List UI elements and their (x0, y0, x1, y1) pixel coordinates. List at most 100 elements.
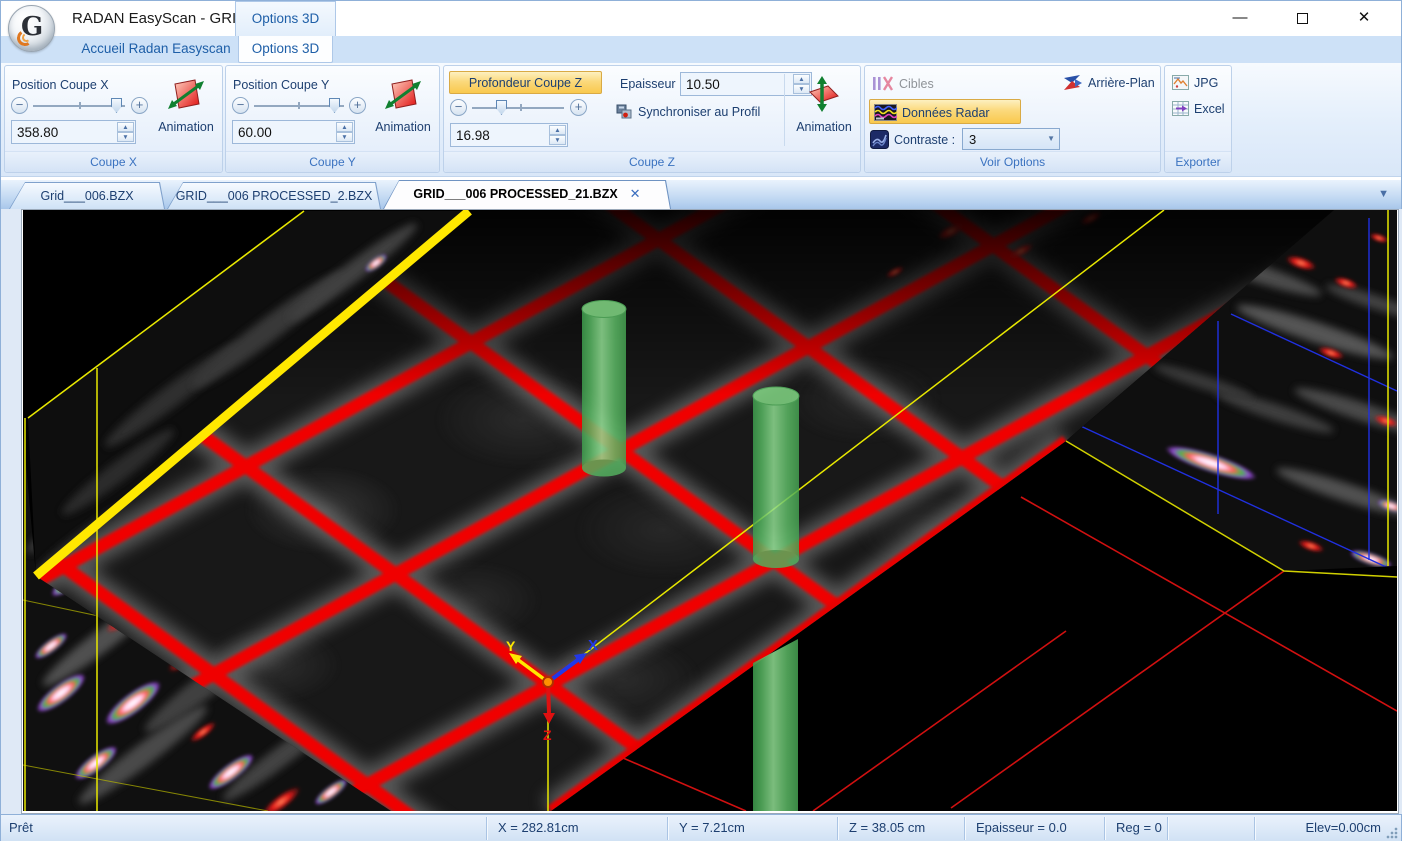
axis-z-label: Z (543, 727, 552, 743)
group-label-voir-options: Voir Options (865, 151, 1160, 172)
pile-cylinder-1[interactable] (582, 301, 626, 477)
divider (1254, 817, 1255, 840)
profondeur-coupe-z-toggle[interactable]: Profondeur Coupe Z (449, 71, 602, 94)
group-exporter: JPG Excel Exporter (1164, 65, 1232, 173)
divider (1104, 817, 1105, 840)
status-epaisseur: Epaisseur = 0.0 (976, 820, 1067, 835)
slider-x-minus-button[interactable]: − (11, 97, 28, 114)
divider (964, 817, 965, 840)
slider-z-tick (520, 104, 522, 111)
spin-down-button[interactable]: ▼ (336, 132, 353, 142)
status-y: Y = 7.21cm (679, 820, 745, 835)
spin-up-button[interactable]: ▲ (549, 125, 566, 135)
synchroniser-au-profil-button[interactable]: Synchroniser au Profil (616, 104, 760, 120)
slider-y-plus-button[interactable]: + (349, 97, 366, 114)
donnees-radar-toggle[interactable]: Données Radar (869, 99, 1021, 124)
spin-down-button[interactable]: ▼ (117, 132, 134, 142)
status-x: X = 282.81cm (498, 820, 579, 835)
contextual-tab-header[interactable]: Options 3D (235, 1, 336, 36)
animation-y-icon (384, 78, 422, 112)
divider (667, 817, 668, 840)
canvas-frame: Y X Z (21, 209, 1399, 814)
position-coupe-y-label: Position Coupe Y (233, 78, 329, 92)
ribbon: Position Coupe X − + 358.80 ▲ ▼ (1, 63, 1401, 177)
resize-grip[interactable] (1386, 827, 1398, 839)
document-tab-bar: Grid___006.BZX GRID___006 PROCESSED_2.BZ… (1, 178, 1401, 209)
coupe-z-spinner: ▲ ▼ (549, 125, 566, 145)
arriere-plan-button[interactable]: Arrière-Plan (1061, 74, 1155, 92)
contraste-item: Contraste : (870, 130, 955, 149)
animation-x-button[interactable]: Animation (151, 78, 221, 134)
epaisseur-label: Epaisseur (620, 77, 676, 91)
axis-x-label: X (588, 637, 598, 654)
pile-cylinder-3[interactable] (753, 639, 798, 811)
axis-y-label: Y (506, 638, 516, 654)
coupe-x-spinner: ▲ ▼ (117, 122, 134, 142)
animation-y-button[interactable]: Animation (368, 78, 438, 134)
maximize-button[interactable] (1271, 1, 1333, 36)
chevron-down-icon: ▼ (1047, 134, 1055, 143)
slider-y-thumb[interactable] (329, 98, 340, 113)
spin-up-button[interactable]: ▲ (336, 122, 353, 132)
coupe-y-value-field[interactable]: 60.00 ▲ ▼ (232, 120, 355, 144)
animation-x-icon (167, 78, 205, 112)
contraste-icon (870, 130, 889, 149)
divider (1167, 817, 1168, 840)
slider-z-plus-button[interactable]: + (570, 99, 587, 116)
ribbon-tab-strip: Accueil Radan Easyscan Options 3D (1, 36, 1401, 63)
animation-z-button[interactable]: Animation (789, 76, 859, 134)
slider-z-track[interactable] (472, 107, 564, 109)
divider (486, 817, 487, 840)
title-bar: G RADAN EasyScan - GRI... Options 3D — ✕ (1, 1, 1401, 36)
status-elev: Elev=0.00cm (1305, 820, 1381, 835)
cibles-icon (872, 76, 894, 91)
tab-list-dropdown[interactable]: ▼ (1378, 188, 1389, 200)
tab-accueil[interactable]: Accueil Radan Easyscan (61, 36, 251, 63)
spin-up-button[interactable]: ▲ (117, 122, 134, 132)
doc-tab-2[interactable]: GRID___006 PROCESSED_2.BZX (167, 182, 381, 209)
coupe-z-value-field[interactable]: 16.98 ▲ ▼ (450, 123, 568, 147)
3d-scene[interactable]: Y X Z (23, 210, 1397, 811)
arriere-plan-icon (1061, 74, 1083, 92)
status-ready: Prêt (9, 820, 33, 835)
sync-profil-icon (616, 104, 633, 120)
status-reg: Reg = 0 (1116, 820, 1162, 835)
spin-down-button[interactable]: ▼ (549, 135, 566, 145)
contraste-dropdown[interactable]: 3 ▼ (962, 128, 1060, 150)
animation-z-icon (805, 76, 843, 112)
3d-scene-svg: Y X Z (23, 210, 1397, 811)
doc-tab-3-active[interactable]: GRID___006 PROCESSED_21.BZX✕ (383, 180, 671, 209)
slider-x-plus-button[interactable]: + (131, 97, 148, 114)
export-excel-button[interactable]: Excel (1172, 101, 1225, 116)
pile-cylinder-2[interactable] (753, 387, 799, 568)
group-label-coupe-x: Coupe X (5, 151, 222, 172)
group-coupe-x: Position Coupe X − + 358.80 ▲ ▼ (4, 65, 223, 173)
group-coupe-y: Position Coupe Y − + 60.00 ▲ ▼ (225, 65, 440, 173)
group-voir-options: Cibles Arrière-Plan (864, 65, 1161, 173)
tab-close-icon[interactable]: ✕ (630, 186, 641, 201)
application-window: G RADAN EasyScan - GRI... Options 3D — ✕… (0, 0, 1402, 841)
position-coupe-x-label: Position Coupe X (12, 78, 109, 92)
group-label-exporter: Exporter (1165, 151, 1231, 172)
group-label-coupe-z: Coupe Z (444, 151, 860, 172)
doc-tab-1[interactable]: Grid___006.BZX (9, 182, 165, 209)
coupe-x-value-field[interactable]: 358.80 ▲ ▼ (11, 120, 136, 144)
minimize-button[interactable]: — (1209, 1, 1271, 36)
slider-x-tick (79, 102, 81, 109)
status-z: Z = 38.05 cm (849, 820, 925, 835)
window-title: RADAN EasyScan - GRI... (72, 10, 249, 27)
close-button[interactable]: ✕ (1333, 1, 1395, 36)
group-coupe-z: Profondeur Coupe Z − + 16.98 ▲ ▼ Epaisse… (443, 65, 861, 173)
slider-y-tick (298, 102, 300, 109)
divider (837, 817, 838, 840)
slider-y-minus-button[interactable]: − (232, 97, 249, 114)
coupe-y-spinner: ▲ ▼ (336, 122, 353, 142)
slider-z-minus-button[interactable]: − (450, 99, 467, 116)
export-jpg-button[interactable]: JPG (1172, 75, 1218, 90)
tab-options-3d[interactable]: Options 3D (238, 36, 333, 63)
cibles-button[interactable]: Cibles (872, 76, 934, 91)
slider-z-thumb[interactable] (496, 100, 507, 115)
app-menu-button[interactable]: G (8, 5, 55, 52)
jpg-icon (1172, 75, 1189, 90)
slider-x-thumb[interactable] (111, 98, 122, 113)
